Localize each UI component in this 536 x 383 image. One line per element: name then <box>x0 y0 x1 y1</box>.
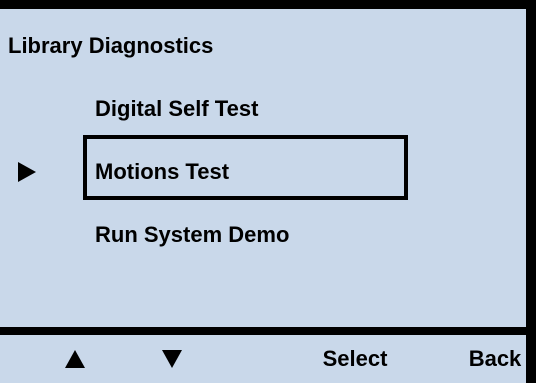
select-softkey[interactable]: Select <box>305 339 405 379</box>
down-arrow-icon <box>162 350 182 368</box>
menu-item-digital-self-test[interactable]: Digital Self Test <box>95 96 258 122</box>
selection-pointer-icon <box>18 162 36 182</box>
screen-title: Library Diagnostics <box>8 33 214 58</box>
menu-item-motions-test[interactable]: Motions Test <box>95 159 229 185</box>
up-softkey[interactable] <box>55 339 95 379</box>
lcd-screen: Library Diagnostics Digital Self Test Mo… <box>0 0 536 383</box>
menu-item-run-system-demo[interactable]: Run System Demo <box>95 222 289 248</box>
down-softkey[interactable] <box>152 339 192 379</box>
up-arrow-icon <box>65 350 85 368</box>
softkey-divider <box>0 327 526 335</box>
back-softkey[interactable]: Back <box>455 339 535 379</box>
